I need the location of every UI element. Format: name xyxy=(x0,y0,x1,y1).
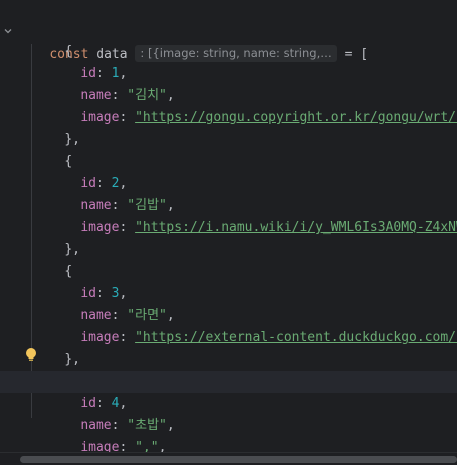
code-line-name[interactable]: name: "김밥", xyxy=(0,173,457,213)
code-line-image[interactable]: image: "https://external-content.duckduc… xyxy=(0,305,457,345)
code-line-object-open[interactable]: { xyxy=(0,129,457,169)
code-line-id-current[interactable]: id: 4, xyxy=(0,371,457,411)
chevron-down-icon[interactable] xyxy=(3,6,13,34)
code-editor[interactable]: const data : [{image: string, name: stri… xyxy=(0,0,457,465)
code-line-id[interactable]: id: 1, xyxy=(0,41,457,81)
code-line-image[interactable]: image: ",", xyxy=(0,415,457,455)
code-line-image[interactable]: image: "https://gongu.copyright.or.kr/go… xyxy=(0,85,457,125)
lightbulb-icon[interactable] xyxy=(24,347,38,363)
code-line-object-open[interactable]: { xyxy=(0,19,457,59)
code-line-id[interactable]: id: 3, xyxy=(0,261,457,301)
horizontal-scrollbar[interactable] xyxy=(0,452,457,465)
code-line-name[interactable]: name: "라면", xyxy=(0,283,457,323)
code-line-object-open[interactable]: { xyxy=(0,239,457,279)
code-line-name[interactable]: name: "김치", xyxy=(0,63,457,103)
code-line-object-open[interactable]: { xyxy=(0,349,457,389)
scrollbar-thumb[interactable] xyxy=(20,456,457,463)
code-line-id[interactable]: id: 2, xyxy=(0,151,457,191)
code-line-object-close[interactable]: }, xyxy=(0,217,457,257)
code-line-object-close[interactable]: }, xyxy=(0,327,457,367)
code-line-name[interactable]: name: "초밥", xyxy=(0,393,457,433)
code-line-image[interactable]: image: "https://i.namu.wiki/i/y_WML6Is3A… xyxy=(0,195,457,235)
code-line-object-close[interactable]: }, xyxy=(0,107,457,147)
